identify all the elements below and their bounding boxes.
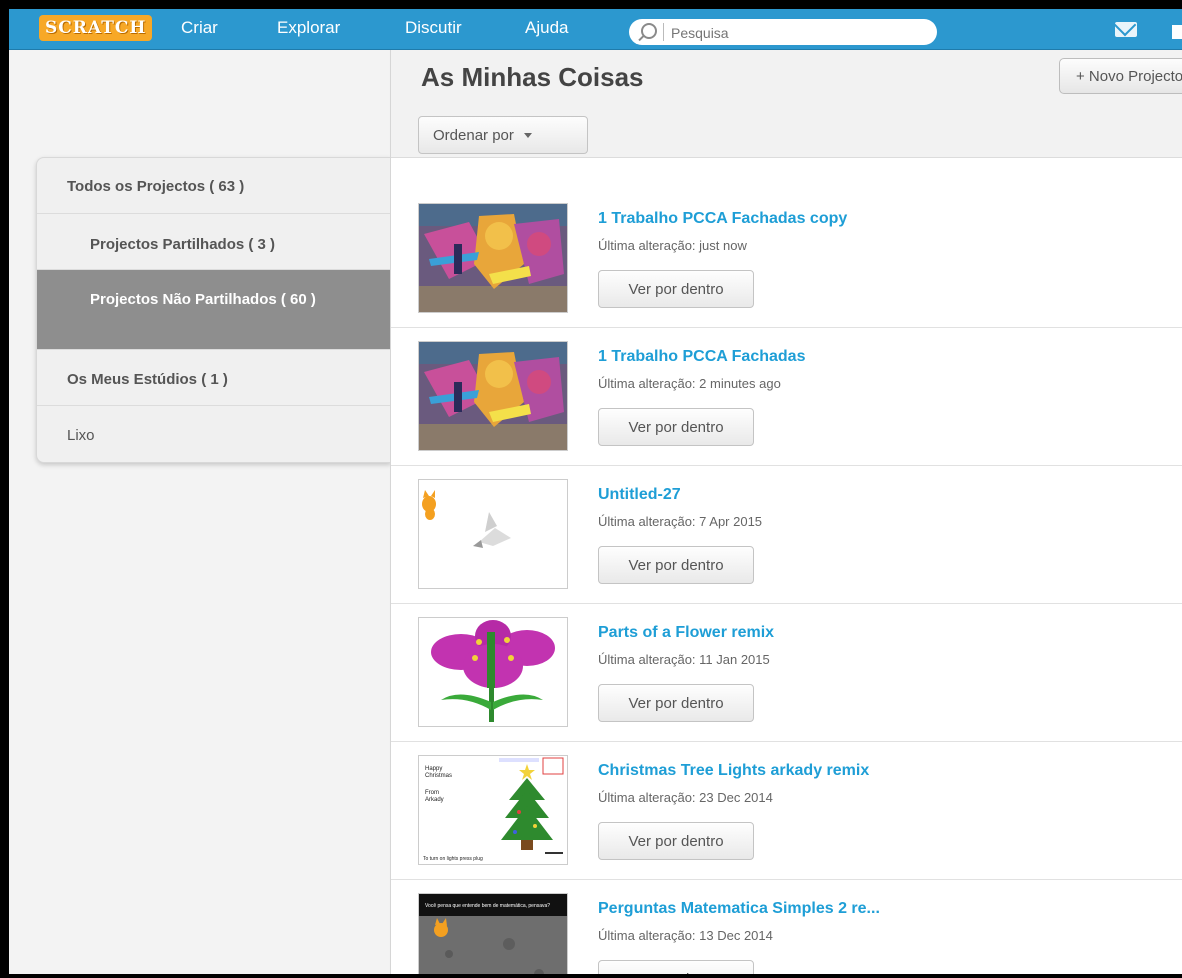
project-thumbnail[interactable] [418,617,568,727]
project-thumbnail[interactable] [418,203,568,313]
project-last-modified: Última alteração: 23 Dec 2014 [598,790,773,805]
project-last-modified: Última alteração: 7 Apr 2015 [598,514,763,529]
browser-frame: SCRATCH Criar Explorar Discutir Ajuda To… [0,0,1182,978]
project-last-modified: Última alteração: just now [598,238,747,253]
project-title-link[interactable]: Untitled-27 [598,486,681,504]
project-list-item: Você pensa que entende bem de matemática… [391,880,1182,974]
sidebar-item-shared-projects[interactable]: Projectos Partilhados ( 3 ) [37,214,391,270]
main-content: As Minhas Coisas + Novo Projecto Ordenar… [390,50,1182,974]
thumb-text-arkady: Arkady [425,797,444,803]
project-list-item: 1 Trabalho PCCA Fachadas copy Última alt… [391,190,1182,328]
nav-discuss[interactable]: Discutir [405,17,462,39]
project-thumbnail[interactable]: Você pensa que entende bem de matemática… [418,893,568,974]
nav-help[interactable]: Ajuda [525,17,568,39]
sidebar-item-unshared-projects[interactable]: Projectos Não Partilhados ( 60 ) [37,270,391,350]
new-project-button[interactable]: + Novo Projecto [1059,58,1182,94]
project-list-item: Untitled-27 Última alteração: 7 Apr 2015… [391,466,1182,604]
project-title-link[interactable]: Parts of a Flower remix [598,624,774,642]
project-thumbnail[interactable] [418,341,568,451]
chevron-down-icon [523,133,532,139]
project-title-link[interactable]: 1 Trabalho PCCA Fachadas [598,348,805,366]
top-navigation-bar: SCRATCH Criar Explorar Discutir Ajuda [9,9,1182,50]
graffiti-thumbnail-image [419,342,567,450]
search-icon [641,23,657,39]
thumb-text-christmas: Christmas [425,773,452,779]
nav-explore[interactable]: Explorar [277,17,340,39]
see-inside-button[interactable]: Ver por dentro [598,960,754,974]
sidebar: Todos os Projectos ( 63 ) Projectos Part… [9,50,391,974]
project-last-modified: Última alteração: 11 Jan 2015 [598,652,770,667]
sidebar-item-my-studios[interactable]: Os Meus Estúdios ( 1 ) [37,350,391,406]
graffiti-thumbnail-image [419,204,567,312]
thumb-text-from: From [425,790,439,796]
see-inside-button[interactable]: Ver por dentro [598,684,754,722]
flower-thumbnail-image [419,618,567,726]
thumb-text-happy: Happy [425,766,442,772]
project-thumbnail[interactable] [418,479,568,589]
see-inside-button[interactable]: Ver por dentro [598,546,754,584]
project-list-item: 1 Trabalho PCCA Fachadas Última alteraçã… [391,328,1182,466]
project-title-link[interactable]: Christmas Tree Lights arkady remix [598,762,869,780]
search-divider [663,23,664,41]
cat-bird-thumbnail-image [419,480,567,588]
search-box[interactable] [629,19,937,45]
sidebar-menu: Todos os Projectos ( 63 ) Projectos Part… [36,157,391,463]
project-title-link[interactable]: 1 Trabalho PCCA Fachadas copy [598,210,847,228]
thumb-text-quiz-question: Você pensa que entende bem de matemática… [425,903,550,909]
project-last-modified: Última alteração: 13 Dec 2014 [598,928,773,943]
page-header: As Minhas Coisas + Novo Projecto Ordenar… [391,50,1182,158]
see-inside-button[interactable]: Ver por dentro [598,270,754,308]
project-title-link[interactable]: Perguntas Matematica Simples 2 re... [598,900,880,918]
project-thumbnail[interactable]: Happy Christmas From Arkady To turn on l… [418,755,568,865]
page-title: As Minhas Coisas [421,62,644,92]
scratch-logo[interactable]: SCRATCH [39,15,153,41]
sort-by-label: Ordenar por [433,126,514,144]
sort-by-dropdown[interactable]: Ordenar por [418,116,588,154]
search-input[interactable] [669,21,923,45]
user-menu-icon[interactable] [1172,25,1182,39]
project-list-item: Parts of a Flower remix Última alteração… [391,604,1182,742]
christmas-tree-thumbnail-image: Happy Christmas From Arkady To turn on l… [419,756,567,864]
project-list-item: Happy Christmas From Arkady To turn on l… [391,742,1182,880]
see-inside-button[interactable]: Ver por dentro [598,822,754,860]
sidebar-item-trash[interactable]: Lixo [37,406,391,462]
thumb-text-instruction: To turn on lights press plug [423,856,483,862]
project-last-modified: Última alteração: 2 minutes ago [598,376,781,391]
nav-create[interactable]: Criar [181,17,218,39]
sidebar-item-all-projects[interactable]: Todos os Projectos ( 63 ) [37,158,391,214]
see-inside-button[interactable]: Ver por dentro [598,408,754,446]
moon-quiz-thumbnail-image: Você pensa que entende bem de matemática… [419,894,567,974]
messages-mail-icon[interactable] [1115,22,1137,37]
